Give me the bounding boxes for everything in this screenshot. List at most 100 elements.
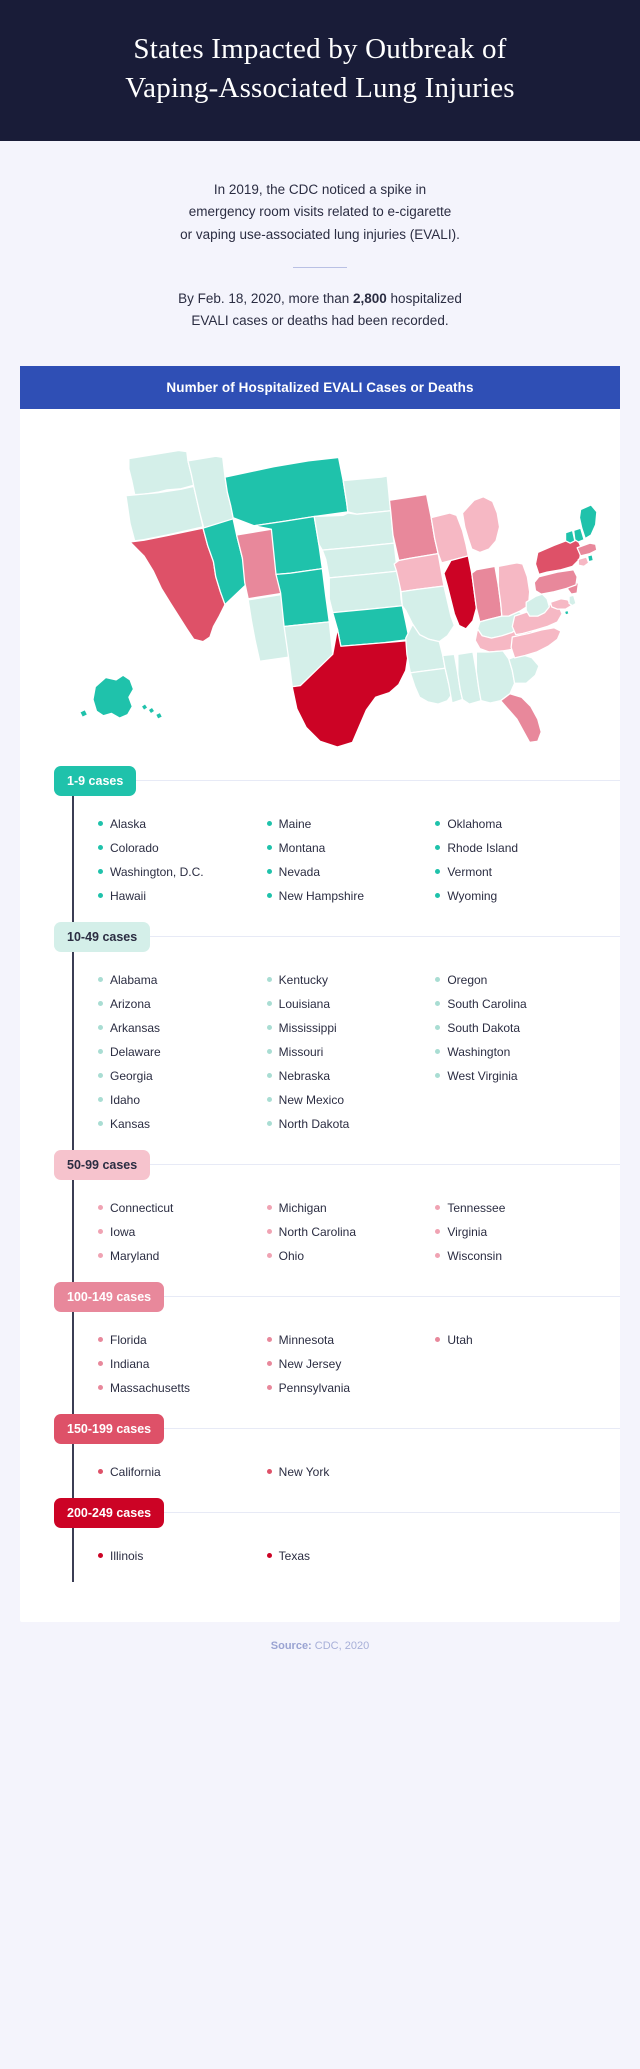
bullet-dot-icon [266, 1049, 272, 1055]
legend-badge[interactable]: 100-149 cases [54, 1281, 165, 1312]
list-item: New Jersey [266, 1352, 428, 1376]
list-item: Massachusetts [98, 1376, 259, 1400]
map-card: Number of Hospitalized EVALI Cases or De… [20, 366, 620, 1622]
list-item: Tennessee [435, 1196, 596, 1220]
state-name: New Jersey [278, 1356, 342, 1371]
bullet-dot-icon [435, 1073, 441, 1079]
map-state-co[interactable] [275, 568, 330, 628]
list-item: Alabama [98, 968, 259, 992]
intro-p2-prefix: By Feb. 18, 2020, more than [178, 290, 353, 306]
map-state-oh[interactable] [497, 562, 531, 618]
state-list: California New York [20, 1444, 620, 1498]
list-item: West Virginia [435, 1064, 596, 1088]
list-item: Kansas [98, 1112, 259, 1136]
map-state-ct[interactable] [577, 556, 590, 568]
list-item-empty [435, 1460, 596, 1484]
state-name: Kansas [110, 1116, 151, 1131]
list-item: Indiana [98, 1352, 259, 1376]
map-state-md[interactable] [549, 598, 572, 611]
bullet-dot-icon [98, 1385, 103, 1391]
legend-section: 150-199 cases California New York [20, 1413, 620, 1498]
state-name: Virginia [447, 1224, 488, 1239]
map-state-ok[interactable] [332, 605, 411, 648]
page-header: States Impacted by Outbreak of Vaping-As… [0, 0, 640, 142]
list-item: Pennsylvania [266, 1376, 428, 1400]
list-item: Washington [435, 1040, 596, 1064]
bullet-dot-icon [98, 1097, 103, 1103]
map-state-de[interactable] [568, 595, 577, 607]
state-name: Mississippi [278, 1020, 337, 1035]
legend-sections: 1-9 cases Alaska Maine Oklahoma Colorado Mont… [20, 754, 620, 1622]
legend-badge[interactable]: 1-9 cases [54, 765, 137, 796]
legend-badge[interactable]: 200-249 cases [54, 1497, 165, 1528]
state-name: South Dakota [447, 1020, 521, 1035]
state-name: Vermont [447, 864, 493, 879]
legend-section: 50-99 cases Connecticut Michigan Tennessee I… [20, 1149, 620, 1282]
state-name: Arkansas [110, 1020, 161, 1035]
state-name: Rhode Island [447, 840, 519, 855]
state-name: North Carolina [278, 1224, 357, 1239]
state-name: Missouri [278, 1044, 324, 1059]
state-name: West Virginia [447, 1068, 518, 1083]
bullet-dot-icon [98, 1205, 103, 1211]
source-value: CDC, 2020 [311, 1639, 370, 1652]
map-state-mi[interactable] [461, 496, 501, 554]
state-list: Illinois Texas [20, 1528, 620, 1582]
page-footer: Source: CDC, 2020 [0, 1621, 640, 1672]
list-item: South Dakota [435, 1016, 596, 1040]
bullet-dot-icon [266, 845, 272, 851]
map-state-sc[interactable] [508, 654, 540, 685]
map-state-ny[interactable] [534, 539, 583, 576]
list-item: Florida [98, 1328, 259, 1352]
state-name: Colorado [110, 840, 159, 855]
state-name: Hawaii [110, 888, 147, 903]
legend-rule [150, 1164, 620, 1166]
bullet-dot-icon [98, 1121, 103, 1127]
list-item: Colorado [98, 836, 259, 860]
list-item: Minnesota [266, 1328, 428, 1352]
list-item: Missouri [266, 1040, 428, 1064]
legend-rule [164, 1296, 620, 1298]
intro-section: In 2019, the CDC noticed a spike in emer… [0, 141, 640, 358]
us-choropleth-map [20, 409, 620, 753]
state-name: Pennsylvania [278, 1380, 351, 1395]
bullet-dot-icon [435, 893, 441, 899]
map-state-ri[interactable] [586, 554, 594, 563]
bullet-dot-icon [435, 1337, 441, 1343]
state-name: Maine [278, 816, 312, 831]
map-state-wa[interactable] [128, 450, 195, 496]
list-item-empty [435, 1352, 596, 1376]
map-state-dc[interactable] [563, 610, 570, 617]
list-item: Maryland [98, 1244, 259, 1268]
map-state-hi-islet [148, 707, 155, 715]
legend-badge[interactable]: 150-199 cases [54, 1413, 165, 1444]
intro-p2-line-2: EVALI cases or deaths had been recorded. [191, 313, 449, 329]
legend-badge[interactable]: 50-99 cases [54, 1149, 151, 1180]
legend-section: 200-249 cases Illinois Texas [20, 1497, 620, 1582]
state-name: Idaho [110, 1092, 141, 1107]
legend-badge[interactable]: 10-49 cases [54, 921, 151, 952]
bullet-dot-icon [98, 977, 103, 983]
state-name: Montana [278, 840, 326, 855]
state-name: Nevada [278, 864, 321, 879]
bullet-dot-icon [266, 1337, 272, 1343]
map-state-nd[interactable] [342, 475, 392, 516]
legend-badge-row: 50-99 cases [54, 1149, 620, 1180]
map-state-ia[interactable] [393, 553, 445, 593]
bullet-dot-icon [98, 1553, 103, 1559]
infographic-page: States Impacted by Outbreak of Vaping-As… [0, 0, 640, 1672]
bullet-dot-icon [435, 1253, 441, 1259]
map-state-mn[interactable] [388, 494, 439, 562]
list-item-empty [435, 1544, 596, 1568]
map-state-fl[interactable] [500, 693, 542, 744]
map-state-ak[interactable] [92, 675, 135, 720]
state-name: Indiana [110, 1356, 150, 1371]
bullet-dot-icon [435, 1001, 441, 1007]
map-state-hi[interactable] [154, 712, 164, 721]
state-name: Massachusetts [110, 1380, 191, 1395]
map-state-in[interactable] [471, 566, 503, 624]
bullet-dot-icon [435, 977, 441, 983]
list-item: Louisiana [266, 992, 428, 1016]
bullet-dot-icon [98, 1337, 103, 1343]
list-item: Utah [435, 1328, 596, 1352]
